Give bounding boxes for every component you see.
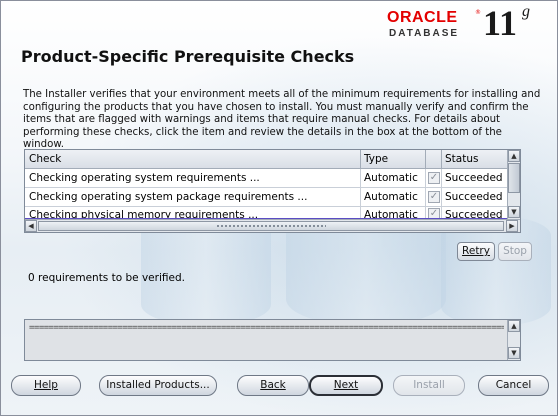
stop-label: Stop bbox=[503, 245, 527, 257]
scroll-up-arrow-icon[interactable]: ▲ bbox=[508, 320, 520, 332]
cancel-label: Cancel bbox=[495, 379, 532, 391]
requirements-status: 0 requirements to be verified. bbox=[28, 272, 185, 284]
horizontal-scroll-thumb[interactable] bbox=[38, 221, 504, 231]
back-button[interactable]: Back bbox=[237, 375, 309, 396]
next-button[interactable]: Next bbox=[309, 375, 383, 396]
check-name: Checking operating system package requir… bbox=[29, 191, 308, 203]
check-type: Automatic bbox=[364, 191, 418, 203]
table-row[interactable]: Checking operating system package requir… bbox=[25, 188, 508, 207]
retry-button[interactable]: Retry bbox=[457, 242, 495, 261]
install-label: Install bbox=[413, 379, 445, 391]
cell-divider bbox=[441, 188, 442, 207]
scroll-down-arrow-icon[interactable]: ▼ bbox=[508, 206, 520, 218]
details-vertical-scrollbar[interactable]: ▲ ▼ bbox=[507, 320, 520, 360]
install-button[interactable]: Install bbox=[393, 375, 465, 396]
installed-products-label: Installed Products... bbox=[106, 379, 210, 391]
scroll-left-arrow-icon[interactable]: ◀ bbox=[25, 220, 37, 232]
cell-divider bbox=[425, 169, 426, 188]
help-label: Help bbox=[34, 379, 58, 391]
retry-label: Retry bbox=[462, 245, 490, 257]
check-verified-checkbox[interactable]: ✓ bbox=[428, 172, 440, 184]
cell-divider bbox=[360, 169, 361, 188]
logo-version-suffix: g bbox=[522, 3, 530, 20]
scroll-grip-icon bbox=[216, 224, 326, 229]
page-description: The Installer verifies that your environ… bbox=[23, 89, 541, 150]
details-textarea[interactable]: ========================================… bbox=[24, 319, 521, 361]
column-header-status[interactable]: Status bbox=[445, 153, 478, 165]
table-row[interactable]: Checking operating system requirements .… bbox=[25, 169, 508, 188]
check-name: Checking operating system requirements .… bbox=[29, 172, 260, 184]
prerequisite-checks-table: Check Type Status Checking operating sys… bbox=[24, 149, 521, 233]
logo-registered-mark: ® bbox=[475, 9, 481, 16]
cell-divider bbox=[360, 188, 361, 207]
installed-products-button[interactable]: Installed Products... bbox=[99, 375, 217, 396]
column-header-check[interactable]: Check bbox=[29, 153, 61, 165]
scroll-down-arrow-icon[interactable]: ▼ bbox=[508, 347, 520, 359]
logo-database-text: DATABASE bbox=[389, 28, 460, 39]
check-status: Succeeded bbox=[445, 172, 503, 184]
check-verified-checkbox[interactable]: ✓ bbox=[428, 191, 440, 203]
back-label: Back bbox=[260, 379, 286, 391]
next-label: Next bbox=[333, 379, 359, 391]
check-status: Succeeded bbox=[445, 191, 503, 203]
logo-version-number: 11 bbox=[483, 3, 518, 43]
table-header: Check Type Status bbox=[25, 150, 508, 169]
table-horizontal-scrollbar[interactable]: ◀ ▶ bbox=[25, 219, 520, 232]
vertical-scroll-thumb[interactable] bbox=[508, 163, 520, 193]
scroll-up-arrow-icon[interactable]: ▲ bbox=[508, 150, 520, 162]
column-divider[interactable] bbox=[441, 150, 442, 169]
details-text: ========================================… bbox=[29, 323, 504, 333]
table-vertical-scrollbar[interactable]: ▲ ▼ bbox=[507, 150, 520, 219]
scroll-right-arrow-icon[interactable]: ▶ bbox=[506, 220, 518, 232]
installer-window: ORACLE ® DATABASE 11 g Product-Specific … bbox=[0, 0, 558, 416]
cancel-button[interactable]: Cancel bbox=[478, 375, 549, 396]
column-header-type[interactable]: Type bbox=[364, 153, 388, 165]
page-title: Product-Specific Prerequisite Checks bbox=[21, 47, 355, 66]
help-button[interactable]: Help bbox=[11, 375, 81, 396]
column-divider[interactable] bbox=[360, 150, 361, 169]
oracle-database-11g-logo: ORACLE ® DATABASE 11 g bbox=[387, 3, 547, 43]
check-type: Automatic bbox=[364, 172, 418, 184]
column-divider[interactable] bbox=[425, 150, 426, 169]
cell-divider bbox=[425, 188, 426, 207]
stop-button[interactable]: Stop bbox=[498, 242, 532, 261]
logo-oracle-text: ORACLE bbox=[387, 9, 458, 26]
cell-divider bbox=[441, 169, 442, 188]
